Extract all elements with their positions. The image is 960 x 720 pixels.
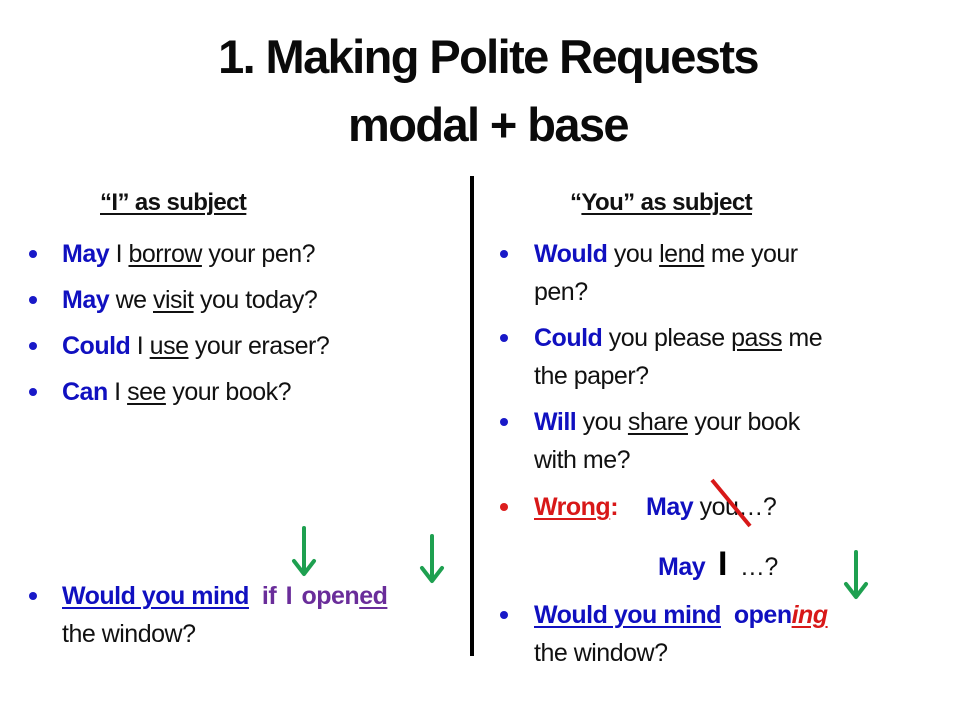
green-down-arrow-icon	[292, 526, 316, 576]
item-text: your eraser?	[188, 332, 330, 360]
item-text: you today?	[193, 286, 318, 314]
list-item: Could I use your eraser?	[62, 327, 330, 365]
modal-verb: May	[62, 286, 110, 314]
bullet-icon	[500, 334, 508, 342]
base-verb: lend	[659, 240, 705, 268]
right-heading-text: You” as subject	[581, 189, 753, 216]
base-verb: see	[127, 378, 166, 406]
bullet-icon	[500, 250, 508, 258]
item-text: we	[109, 286, 153, 314]
bullet-icon	[29, 296, 37, 304]
base-verb: pass	[731, 324, 782, 352]
item-text: your book	[687, 408, 800, 436]
modal-verb: Would	[534, 240, 608, 268]
list-item-would-you-mind: Would you mind opening	[534, 596, 828, 634]
modal-verb: Could	[62, 332, 131, 360]
bullet-icon	[29, 592, 37, 600]
item-text: your pen?	[201, 240, 316, 268]
page-title-line-2: modal + base	[348, 98, 630, 151]
gerund-stem: open	[733, 601, 792, 629]
green-down-arrow-icon	[844, 550, 868, 599]
base-verb: borrow	[128, 240, 202, 268]
heading-quote: “	[570, 189, 582, 216]
list-item: May we visit you today?	[62, 281, 318, 319]
item-text: you please	[602, 324, 732, 352]
item-text: your book?	[165, 378, 292, 406]
item-text: you	[576, 408, 628, 436]
bullet-icon	[500, 418, 508, 426]
base-verb: share	[627, 408, 689, 436]
past-tense-ending: ed	[359, 582, 388, 610]
bullet-icon	[29, 342, 37, 350]
modal-verb: May	[646, 493, 694, 521]
crossed-subject: you…?	[693, 493, 777, 521]
base-verb: use	[149, 332, 189, 360]
column-divider	[470, 176, 474, 656]
base-verb: visit	[153, 286, 194, 314]
bullet-icon	[29, 388, 37, 396]
item-text: me your	[704, 240, 798, 268]
if-clause: if I open	[261, 582, 360, 610]
modal-verb: Will	[534, 408, 577, 436]
correct-example: May I …?	[658, 545, 778, 586]
subject-I: I	[718, 545, 727, 583]
list-item: Will you share your book	[534, 403, 800, 441]
modal-verb: Can	[62, 378, 108, 406]
right-column-heading: “You” as subject	[570, 189, 753, 216]
item-text: me	[781, 324, 823, 352]
page-title-line-1: 1. Making Polite Requests	[218, 30, 759, 83]
list-item-continuation: with me?	[534, 446, 631, 474]
list-item: Would you lend me your	[534, 235, 798, 273]
would-you-mind-phrase: Would you mind	[62, 582, 249, 610]
list-item-would-you-mind: Would you mind if I opened	[62, 577, 388, 615]
bullet-icon	[29, 250, 37, 258]
bullet-icon	[500, 503, 508, 511]
list-item-continuation: the window?	[62, 620, 196, 648]
list-item-continuation: the window?	[534, 639, 668, 667]
would-you-mind-phrase: Would you mind	[534, 601, 721, 629]
modal-verb: Could	[534, 324, 603, 352]
item-text: I	[109, 240, 129, 268]
green-down-arrow-icon	[420, 534, 444, 583]
list-item-continuation: the paper?	[534, 362, 649, 390]
modal-verb: May	[62, 240, 110, 268]
list-item-continuation: pen?	[534, 278, 588, 306]
left-heading-text: “I” as subject	[100, 189, 247, 216]
ellipsis-question: …?	[739, 553, 778, 581]
list-item: May I borrow your pen?	[62, 235, 316, 273]
item-text: I	[107, 378, 128, 406]
gerund-ending: ing	[791, 601, 829, 629]
left-column-heading: “I” as subject	[100, 189, 247, 216]
item-text: you	[607, 240, 660, 268]
list-item: Could you please pass me	[534, 319, 823, 357]
wrong-colon: :	[610, 493, 619, 521]
list-item: Can I see your book?	[62, 373, 292, 411]
wrong-label: Wrong	[534, 493, 611, 521]
modal-verb: May	[658, 553, 706, 581]
wrong-example: Wrong: May you…?	[534, 488, 777, 526]
item-text: I	[130, 332, 150, 360]
bullet-icon	[500, 611, 508, 619]
